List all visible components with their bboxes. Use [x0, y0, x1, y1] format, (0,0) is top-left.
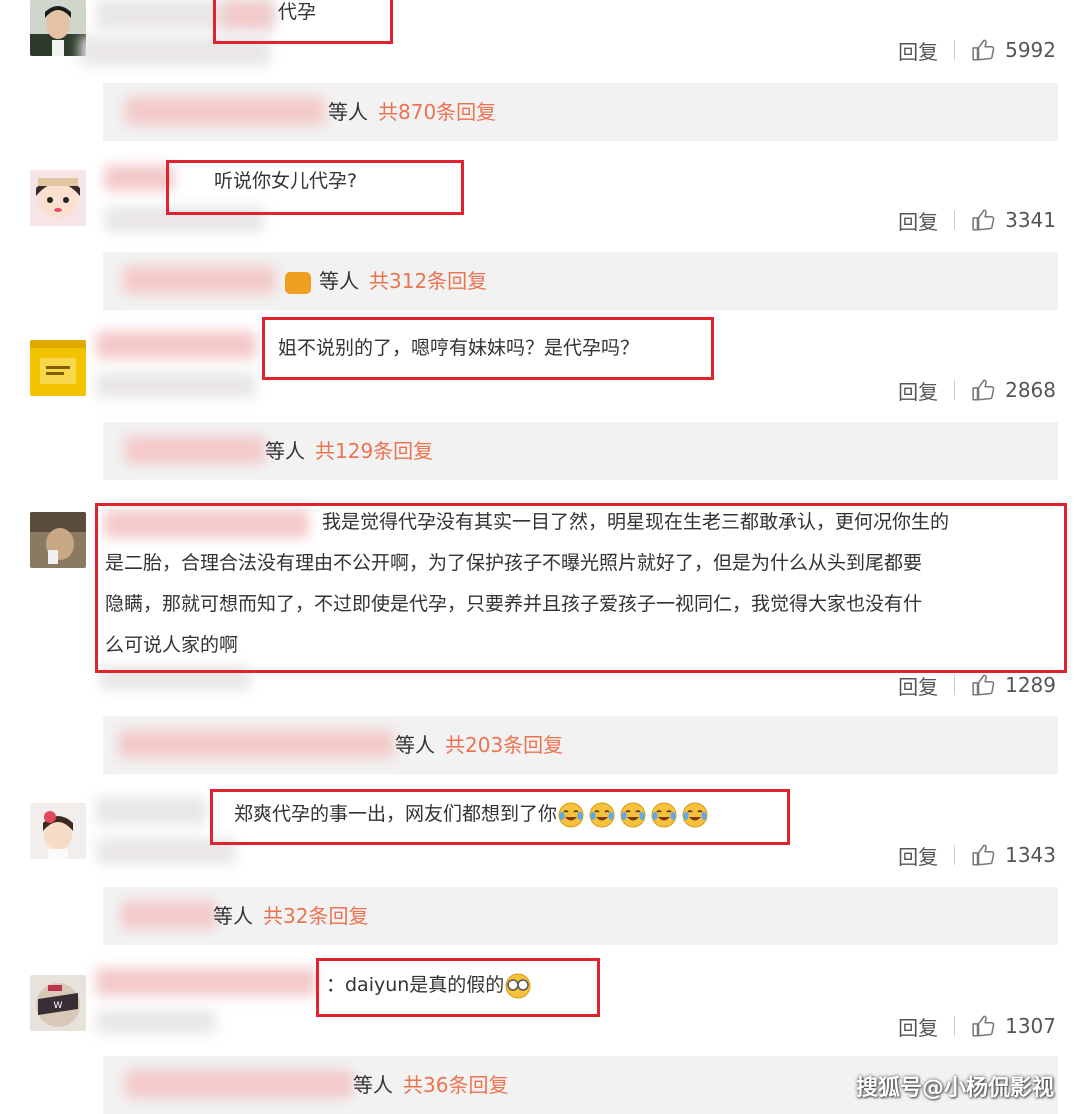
replier-names-blurred — [123, 266, 275, 294]
divider — [954, 380, 956, 400]
like-count: 1289 — [1005, 673, 1056, 697]
like-button[interactable]: 2868 — [971, 377, 1056, 403]
reply-summary: 等人 共870条回复 — [328, 83, 496, 141]
comment-actions: 回复 1343 — [898, 840, 1056, 870]
divider — [954, 210, 956, 230]
reply-suffix: 等人 — [328, 100, 368, 124]
reply-summary: 等人 共312条回复 — [285, 252, 487, 310]
reply-summary: 等人 共203条回复 — [395, 716, 563, 774]
like-count: 1307 — [1005, 1014, 1056, 1038]
username-blurred-2 — [96, 1010, 216, 1034]
replier-names-blurred — [121, 901, 216, 929]
comment-actions: 回复 2868 — [898, 375, 1056, 405]
reply-summary: 等人 共129条回复 — [265, 422, 433, 480]
divider — [954, 845, 956, 865]
user-avatar[interactable] — [30, 803, 86, 859]
reply-suffix: 等人 — [319, 269, 359, 293]
comment-actions: 回复 1289 — [898, 670, 1056, 700]
username-blurred-2 — [96, 372, 256, 398]
reply-count: 共870条回复 — [378, 100, 497, 124]
reply-count: 共32条回复 — [263, 904, 369, 928]
reply-summary-bar[interactable]: 等人 共870条回复 — [103, 83, 1058, 141]
highlight-box — [210, 789, 790, 845]
thumbs-up-icon — [972, 1015, 995, 1037]
thumbs-up-icon — [972, 844, 995, 866]
user-avatar[interactable] — [30, 340, 86, 396]
username-blurred — [96, 331, 256, 359]
like-count: 5992 — [1005, 38, 1056, 62]
thumbs-up-icon — [972, 674, 995, 696]
reply-summary-bar[interactable]: 等人 共203条回复 — [103, 716, 1058, 774]
comment-actions: 回复 5992 — [898, 35, 1056, 65]
like-count: 1343 — [1005, 843, 1056, 867]
replier-names-blurred — [125, 97, 325, 125]
highlight-box — [316, 958, 600, 1017]
user-avatar[interactable] — [30, 512, 86, 568]
replier-names-blurred — [125, 1070, 353, 1098]
reply-suffix: 等人 — [265, 439, 305, 463]
replier-names-blurred — [125, 436, 265, 464]
reply-summary-bar[interactable]: 等人 共312条回复 — [103, 252, 1058, 310]
highlight-box — [95, 503, 1067, 673]
reply-count: 共312条回复 — [369, 269, 488, 293]
reply-summary-bar[interactable]: 等人 共129条回复 — [103, 422, 1058, 480]
thumbs-up-icon — [972, 379, 995, 401]
reply-count: 共203条回复 — [445, 733, 564, 757]
comment-actions: 回复 1307 — [898, 1011, 1056, 1041]
svg-text:W: W — [54, 1001, 63, 1011]
reply-button[interactable]: 回复 — [898, 206, 938, 235]
watermark: 搜狐号@小杨侃影视 — [855, 1076, 1054, 1101]
user-avatar[interactable]: W — [30, 975, 86, 1031]
divider — [954, 675, 956, 695]
username-blurred — [104, 165, 174, 191]
reply-suffix: 等人 — [395, 733, 435, 757]
highlight-box — [213, 0, 393, 44]
reply-summary: 等人 共32条回复 — [213, 887, 368, 945]
username-blurred — [96, 797, 206, 825]
reply-button[interactable]: 回复 — [898, 36, 938, 65]
like-count: 3341 — [1005, 208, 1056, 232]
user-avatar[interactable] — [30, 0, 86, 56]
reply-summary: 等人 共36条回复 — [353, 1056, 508, 1114]
highlight-box — [262, 317, 714, 380]
divider — [954, 1016, 956, 1036]
reply-suffix: 等人 — [353, 1073, 393, 1097]
reply-button[interactable]: 回复 — [898, 841, 938, 870]
reply-button[interactable]: 回复 — [898, 376, 938, 405]
highlight-box — [166, 160, 464, 215]
like-button[interactable]: 1343 — [971, 842, 1056, 868]
comment-actions: 回复 3341 — [898, 205, 1056, 235]
reply-button[interactable]: 回复 — [898, 1012, 938, 1041]
reply-count: 共129条回复 — [315, 439, 434, 463]
thumbs-up-icon — [972, 39, 995, 61]
badge-emoji-icon — [285, 271, 311, 294]
like-button[interactable]: 1289 — [971, 672, 1056, 698]
like-button[interactable]: 1307 — [971, 1013, 1056, 1039]
like-button[interactable]: 3341 — [971, 207, 1056, 233]
reply-suffix: 等人 — [213, 904, 253, 928]
thumbs-up-icon — [972, 209, 995, 231]
reply-count: 共36条回复 — [403, 1073, 509, 1097]
like-count: 2868 — [1005, 378, 1056, 402]
replier-names-blurred — [119, 730, 394, 758]
divider — [954, 40, 956, 60]
reply-summary-bar[interactable]: 等人 共32条回复 — [103, 887, 1058, 945]
like-button[interactable]: 5992 — [971, 37, 1056, 63]
username-blurred — [96, 968, 316, 996]
reply-button[interactable]: 回复 — [898, 671, 938, 700]
user-avatar[interactable] — [30, 170, 86, 226]
